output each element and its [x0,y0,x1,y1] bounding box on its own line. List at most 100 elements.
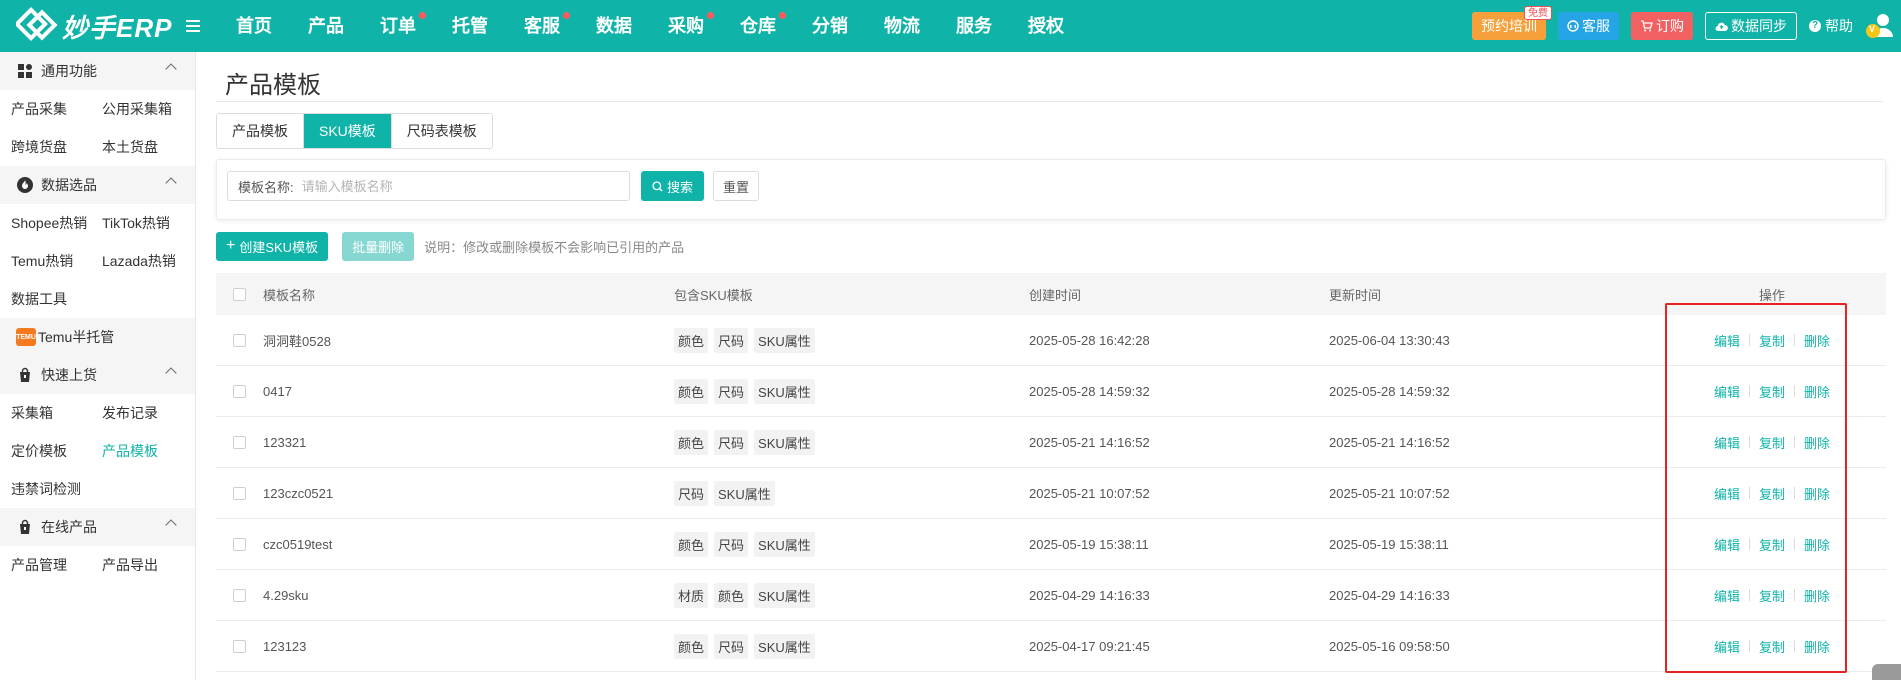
sku-tag: 颜色 [714,582,749,608]
corner-scroll-button[interactable] [1872,664,1901,680]
sidebar-item[interactable]: 本土货盘 [91,137,182,157]
tab-1[interactable]: SKU模板 [304,114,392,148]
sidebar-item[interactable]: Temu热销 [0,251,91,271]
copy-link[interactable]: 复制 [1759,331,1785,350]
operations-cell: 编辑 复制 删除 [1658,637,1886,656]
sidebar-item[interactable]: Lazada热销 [91,251,182,271]
row-checkbox[interactable] [233,486,246,500]
sidebar-item[interactable]: 跨境货盘 [0,137,91,157]
edit-link[interactable]: 编辑 [1714,433,1740,452]
row-checkbox[interactable] [233,537,246,551]
nav-item-8[interactable]: 分销 [794,0,866,52]
menu-toggle-icon[interactable] [178,20,208,32]
sidebar-item[interactable]: TikTok热销 [91,213,182,233]
sidebar-row: Shopee热销 TikTok热销 [0,204,195,242]
sidebar-group-2[interactable]: 快速上货 [0,356,195,394]
nav-item-7[interactable]: 仓库 [722,0,794,52]
table-row: 123czc0521 尺码 SKU属性 2025-05-21 10:07:52 2025… [216,468,1886,519]
nav-item-6[interactable]: 采购 [650,0,722,52]
delete-link[interactable]: 删除 [1804,535,1830,554]
sidebar-group-3[interactable]: 在线产品 [0,508,195,546]
sku-tags-cell: 颜色 尺码 SKU属性 [674,378,1029,404]
sidebar-item[interactable]: 公用采集箱 [91,99,182,119]
sidebar-item[interactable]: 产品模板 [91,441,182,461]
data-sync-label: 数据同步 [1731,18,1787,34]
delete-link[interactable]: 删除 [1804,637,1830,656]
sku-tag: 尺码 [674,480,709,506]
row-checkbox[interactable] [233,435,246,449]
sku-tag: 尺码 [714,378,749,404]
sidebar-item[interactable]: 数据工具 [0,289,91,309]
select-all-checkbox[interactable] [233,287,246,301]
help-button[interactable]: ? 帮助 [1809,16,1853,36]
sku-tag: 颜色 [674,327,709,353]
copy-link[interactable]: 复制 [1759,382,1785,401]
sidebar-group-1[interactable]: 数据选品 [0,166,195,204]
batch-delete-button[interactable]: 批量删除 [342,231,415,261]
edit-link[interactable]: 编辑 [1714,484,1740,503]
row-checkbox[interactable] [233,639,246,653]
user-avatar[interactable]: V [1865,11,1895,41]
row-checkbox[interactable] [233,333,246,347]
created-time-cell: 2025-05-28 16:42:28 [1029,332,1150,348]
tab-0[interactable]: 产品模板 [217,114,304,148]
sidebar-item[interactable]: Shopee热销 [0,213,91,233]
sku-tag: SKU属性 [754,531,815,557]
reset-button[interactable]: 重置 [713,171,759,201]
nav-item-10[interactable]: 服务 [938,0,1010,52]
sidebar-item[interactable]: 产品管理 [0,555,91,575]
nav-item-11[interactable]: 授权 [1010,0,1082,52]
updated-time-cell: 2025-05-21 14:16:52 [1329,434,1450,450]
sidebar-item[interactable]: 采集箱 [0,403,91,423]
customer-service-button[interactable]: 客服 [1558,12,1619,40]
operations-cell: 编辑 复制 删除 [1658,382,1886,401]
nav-item-1[interactable]: 产品 [290,0,362,52]
sidebar-item-temu-semi-managed[interactable]: TEMU Temu半托管 [0,318,195,356]
bag-icon [16,366,34,384]
nav-item-9[interactable]: 物流 [866,0,938,52]
search-button[interactable]: 搜索 [641,171,704,201]
copy-link[interactable]: 复制 [1759,586,1785,605]
sidebar-item[interactable]: 发布记录 [91,403,182,423]
separator [1794,436,1795,448]
updated-time-cell: 2025-05-21 10:07:52 [1329,485,1450,501]
create-sku-template-button[interactable]: + 创建SKU模板 [216,231,329,261]
delete-link[interactable]: 删除 [1804,484,1830,503]
sidebar-row: 产品采集 公用采集箱 [0,90,195,128]
tab-2[interactable]: 尺码表模板 [391,114,492,148]
edit-link[interactable]: 编辑 [1714,382,1740,401]
edit-link[interactable]: 编辑 [1714,535,1740,554]
data-sync-button[interactable]: 数据同步 [1705,12,1797,40]
nav-item-3[interactable]: 托管 [434,0,506,52]
book-training-button[interactable]: 预约培训 免费 [1472,6,1552,40]
template-name-input[interactable] [301,178,602,194]
delete-link[interactable]: 删除 [1804,331,1830,350]
sidebar-item[interactable]: 违禁词检测 [0,479,91,499]
edit-link[interactable]: 编辑 [1714,637,1740,656]
copy-link[interactable]: 复制 [1759,637,1785,656]
copy-link[interactable]: 复制 [1759,433,1785,452]
delete-link[interactable]: 删除 [1804,382,1830,401]
sidebar: 通用功能 产品采集 公用采集箱 跨境货盘 本土货盘 数据选品 Shopee热销 TikTok热… [0,52,196,680]
separator [1748,487,1750,499]
temu-logo-icon: TEMU [16,328,36,346]
delete-link[interactable]: 删除 [1804,586,1830,605]
nav-item-4[interactable]: 客服 [506,0,578,52]
edit-link[interactable]: 编辑 [1714,331,1740,350]
nav-item-5[interactable]: 数据 [578,0,650,52]
sidebar-item[interactable]: 产品导出 [91,555,182,575]
sidebar-group-0[interactable]: 通用功能 [0,52,195,90]
order-button[interactable]: 订购 [1631,12,1693,40]
row-checkbox[interactable] [233,384,246,398]
chevron-up-icon [165,519,177,531]
row-checkbox[interactable] [233,588,246,602]
copy-link[interactable]: 复制 [1759,535,1785,554]
nav-item-0[interactable]: 首页 [218,0,290,52]
nav-item-2[interactable]: 订单 [362,0,434,52]
sidebar-item[interactable]: 产品采集 [0,99,91,119]
sidebar-item[interactable]: 定价模板 [0,441,91,461]
delete-link[interactable]: 删除 [1804,433,1830,452]
copy-link[interactable]: 复制 [1759,484,1785,503]
edit-link[interactable]: 编辑 [1714,586,1740,605]
logo[interactable]: 妙手ERP [0,6,171,46]
